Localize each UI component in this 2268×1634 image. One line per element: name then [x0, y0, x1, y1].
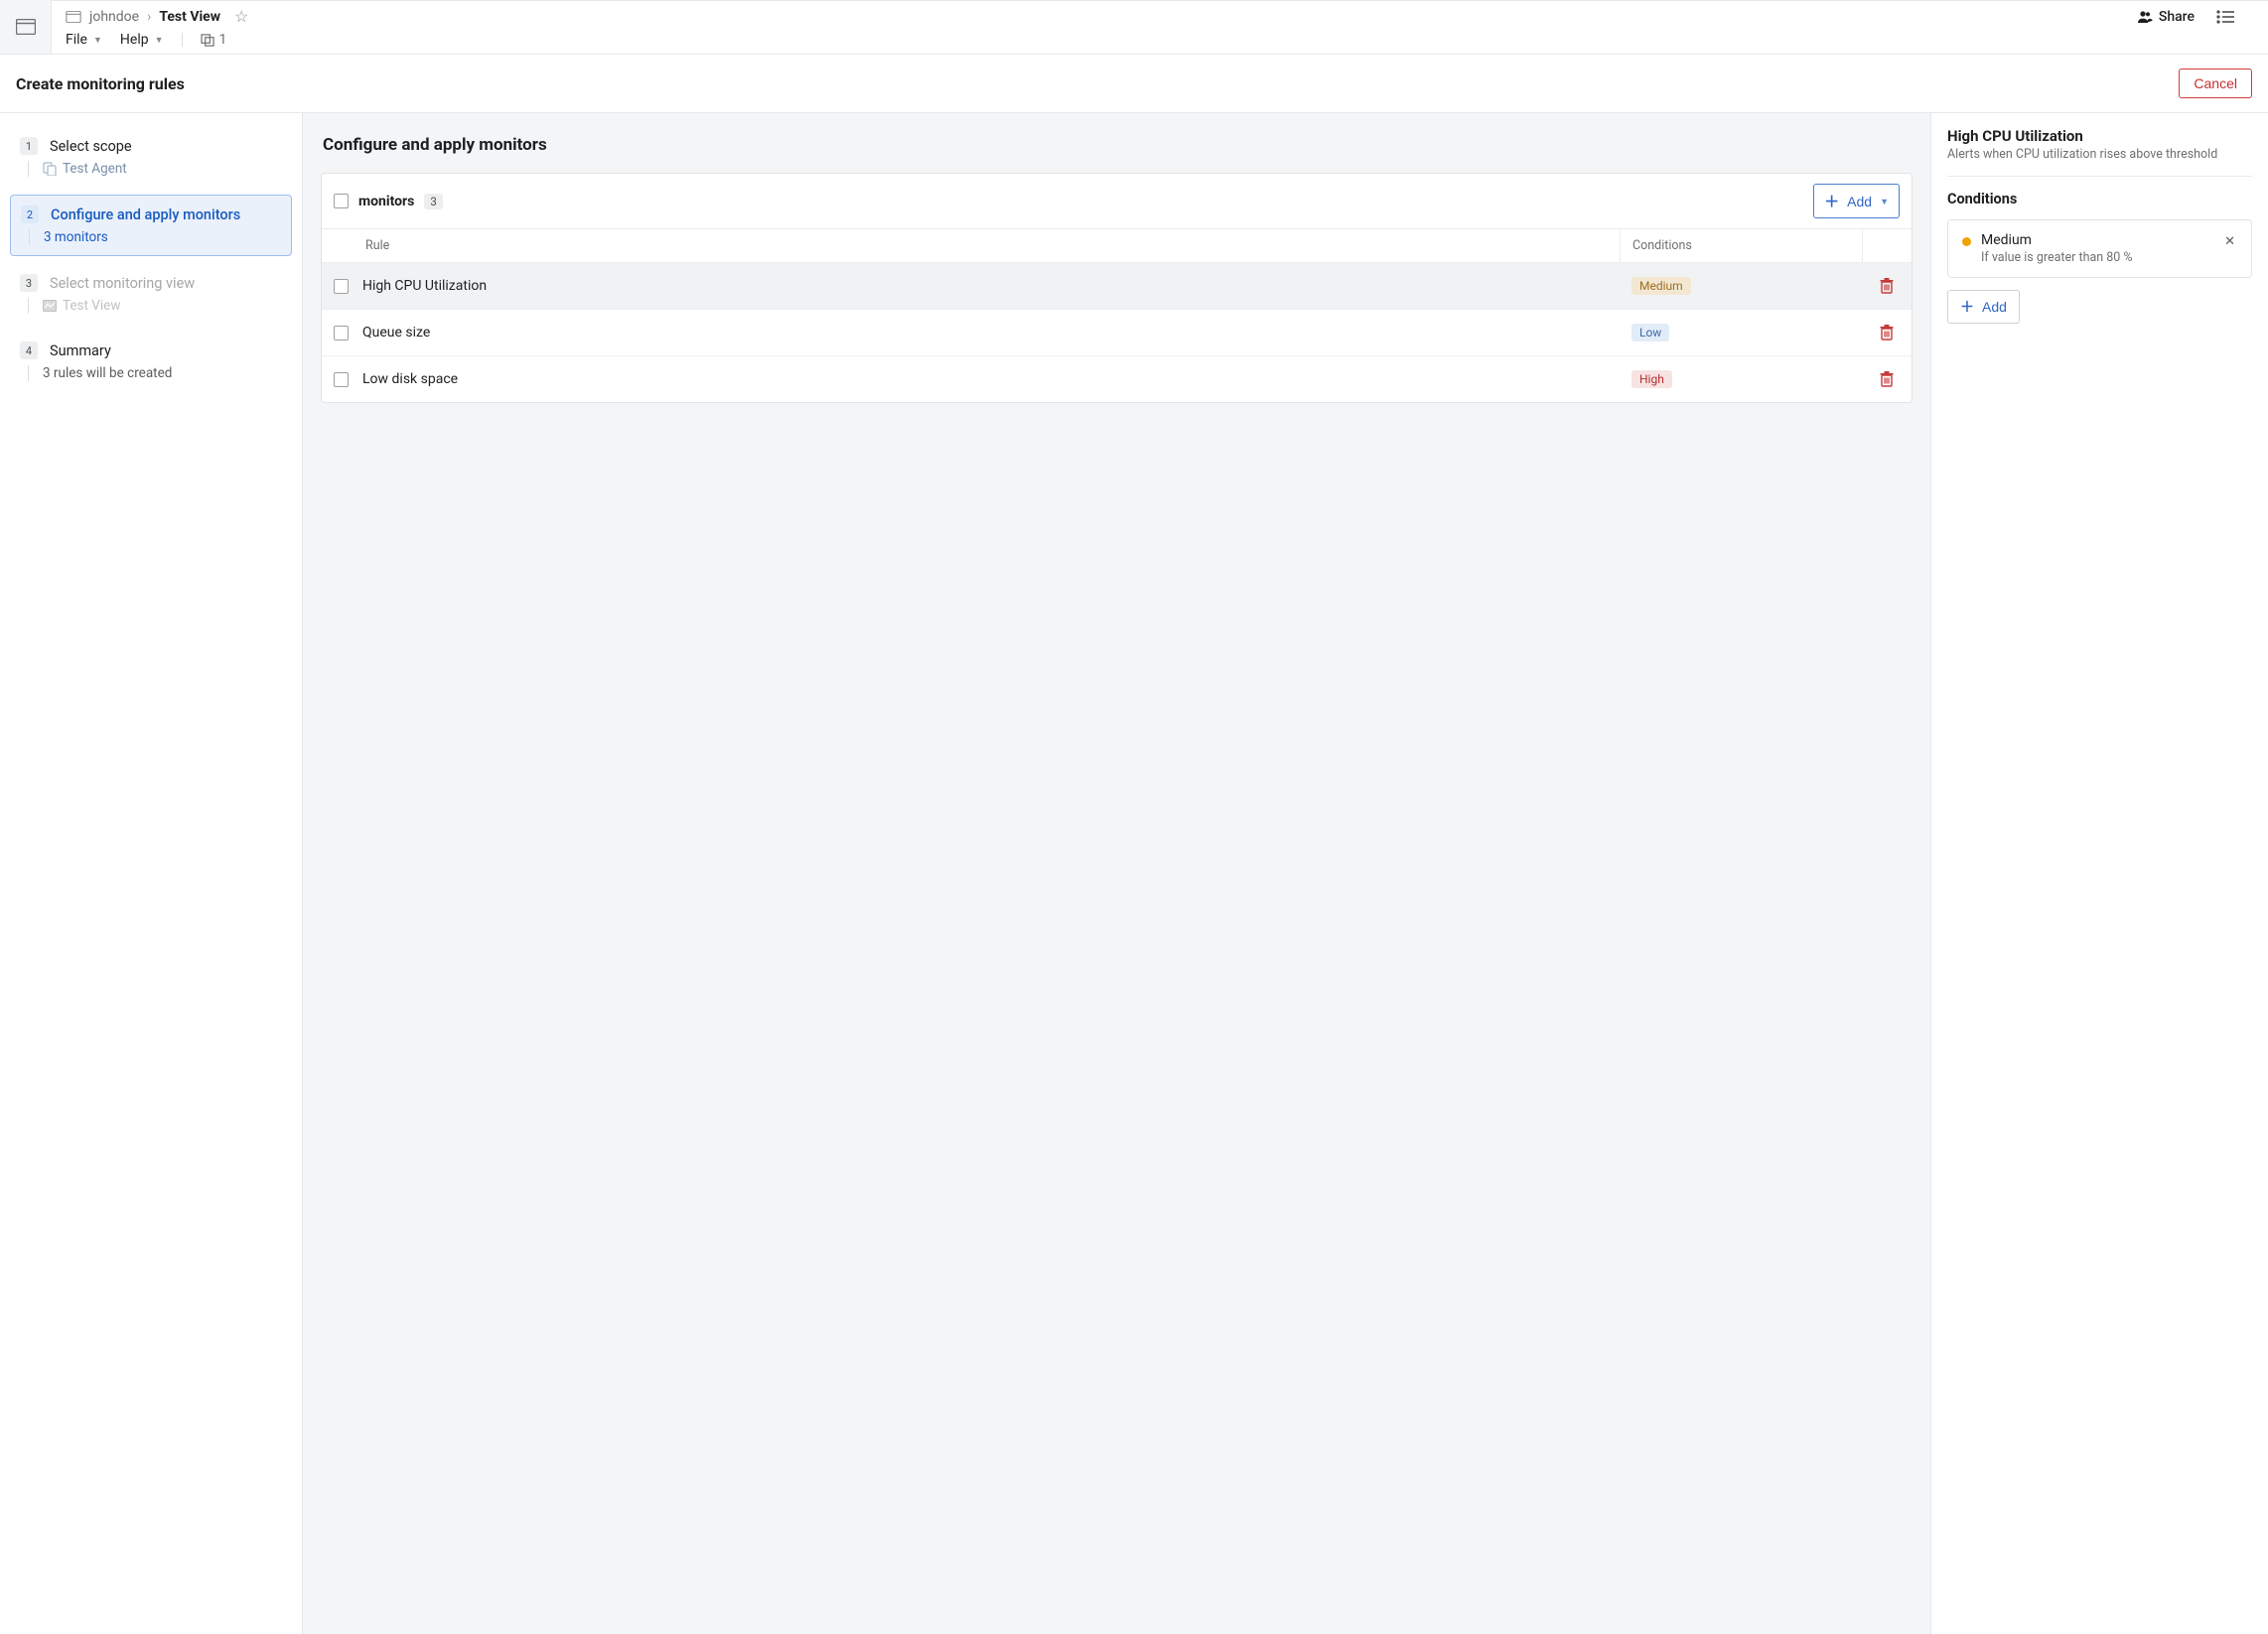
menu-help[interactable]: Help ▼: [120, 32, 164, 48]
table-title: monitors: [358, 194, 414, 209]
severity-badge: High: [1631, 370, 1672, 388]
table-row[interactable]: Low disk space High: [322, 355, 1912, 402]
table-row[interactable]: Queue size Low: [322, 309, 1912, 355]
menu-help-label: Help: [120, 32, 149, 48]
row-checkbox[interactable]: [334, 326, 349, 340]
step-sub-label: 3 monitors: [44, 229, 108, 245]
rule-name: High CPU Utilization: [362, 278, 487, 294]
wizard-sidebar: 1 Select scope Test Agent 2 Confi: [0, 113, 303, 1634]
people-icon: [2137, 10, 2153, 24]
severity-badge: Low: [1631, 324, 1669, 341]
view-icon: [43, 300, 57, 312]
step-title: Summary: [50, 342, 111, 359]
detail-title: High CPU Utilization: [1947, 127, 2252, 145]
step-sub-label: Test View: [63, 298, 120, 314]
agent-icon: [43, 162, 57, 176]
select-all-checkbox[interactable]: [334, 194, 349, 208]
divider: [182, 33, 183, 47]
breadcrumb-separator: ›: [147, 9, 151, 25]
condition-label: Medium: [1981, 232, 2212, 248]
app-header: johndoe › Test View ☆ Share File: [0, 0, 2268, 55]
step-title: Select scope: [50, 138, 132, 155]
step-select-scope[interactable]: 1 Select scope Test Agent: [10, 127, 292, 187]
main-title: Configure and apply monitors: [323, 135, 1913, 155]
step-number: 2: [21, 205, 39, 223]
col-header-rule[interactable]: Rule: [322, 229, 1620, 262]
condition-card[interactable]: Medium If value is greater than 80 % ✕: [1947, 219, 2252, 278]
plus-icon: ＋: [1824, 191, 1839, 211]
add-condition-button[interactable]: ＋ Add: [1947, 290, 2020, 324]
row-checkbox[interactable]: [334, 372, 349, 387]
chevron-down-icon: ▼: [155, 35, 164, 46]
step-sub-label[interactable]: Test Agent: [63, 161, 127, 177]
col-header-actions: [1862, 229, 1912, 262]
star-icon[interactable]: ☆: [234, 7, 248, 26]
step-number: 3: [20, 274, 38, 292]
condition-rule-text: If value is greater than 80 %: [1981, 250, 2212, 265]
viewers-indicator[interactable]: 1: [201, 32, 227, 48]
share-label: Share: [2159, 9, 2195, 25]
step-summary[interactable]: 4 Summary 3 rules will be created: [10, 332, 292, 391]
trash-icon[interactable]: [1880, 325, 1894, 340]
step-connector: [29, 229, 30, 245]
step-connector: [28, 298, 29, 314]
conditions-heading: Conditions: [1947, 191, 2252, 207]
step-title: Configure and apply monitors: [51, 206, 240, 223]
step-connector: [28, 365, 29, 381]
viewers-icon: [201, 34, 215, 47]
rule-name: Low disk space: [362, 371, 458, 387]
severity-badge: Medium: [1631, 277, 1691, 295]
close-icon[interactable]: ✕: [2222, 232, 2237, 251]
table-count-badge: 3: [424, 194, 442, 209]
table-row[interactable]: High CPU Utilization Medium: [322, 262, 1912, 309]
menu-file[interactable]: File ▼: [66, 32, 102, 48]
breadcrumb-owner[interactable]: johndoe: [89, 9, 139, 25]
trash-icon[interactable]: [1880, 371, 1894, 387]
monitors-table: monitors 3 ＋ Add ▼ Rule Conditions: [321, 173, 1913, 403]
trash-icon[interactable]: [1880, 278, 1894, 294]
detail-panel: High CPU Utilization Alerts when CPU uti…: [1930, 113, 2268, 1634]
step-configure-monitors[interactable]: 2 Configure and apply monitors 3 monitor…: [10, 195, 292, 256]
add-label: Add: [1847, 194, 1872, 209]
main-panel: Configure and apply monitors monitors 3 …: [303, 113, 1930, 1634]
cancel-button[interactable]: Cancel: [2179, 68, 2252, 98]
subheader: Create monitoring rules Cancel: [0, 55, 2268, 113]
detail-description: Alerts when CPU utilization rises above …: [1947, 147, 2252, 177]
plus-icon: ＋: [1960, 297, 1974, 317]
step-sub-label: 3 rules will be created: [43, 365, 172, 381]
step-select-view[interactable]: 3 Select monitoring view Test View: [10, 264, 292, 324]
step-connector: [28, 161, 29, 177]
viewers-count: 1: [219, 32, 227, 48]
col-header-conditions[interactable]: Conditions: [1620, 229, 1862, 262]
breadcrumb-icon: [66, 11, 81, 23]
step-number: 1: [20, 137, 38, 155]
step-number: 4: [20, 341, 38, 359]
chevron-down-icon: ▼: [93, 35, 102, 46]
list-icon[interactable]: [2216, 10, 2234, 24]
chevron-down-icon: ▼: [1880, 197, 1889, 206]
menu-file-label: File: [66, 32, 87, 48]
share-button[interactable]: Share: [2137, 9, 2195, 25]
page-title: Create monitoring rules: [16, 74, 185, 93]
app-icon: [0, 0, 52, 54]
step-title: Select monitoring view: [50, 275, 195, 292]
rule-name: Queue size: [362, 325, 430, 340]
breadcrumb-view[interactable]: Test View: [159, 9, 220, 25]
row-checkbox[interactable]: [334, 279, 349, 294]
add-condition-label: Add: [1982, 299, 2007, 315]
add-monitor-button[interactable]: ＋ Add ▼: [1813, 184, 1900, 218]
severity-dot-icon: [1962, 237, 1971, 246]
